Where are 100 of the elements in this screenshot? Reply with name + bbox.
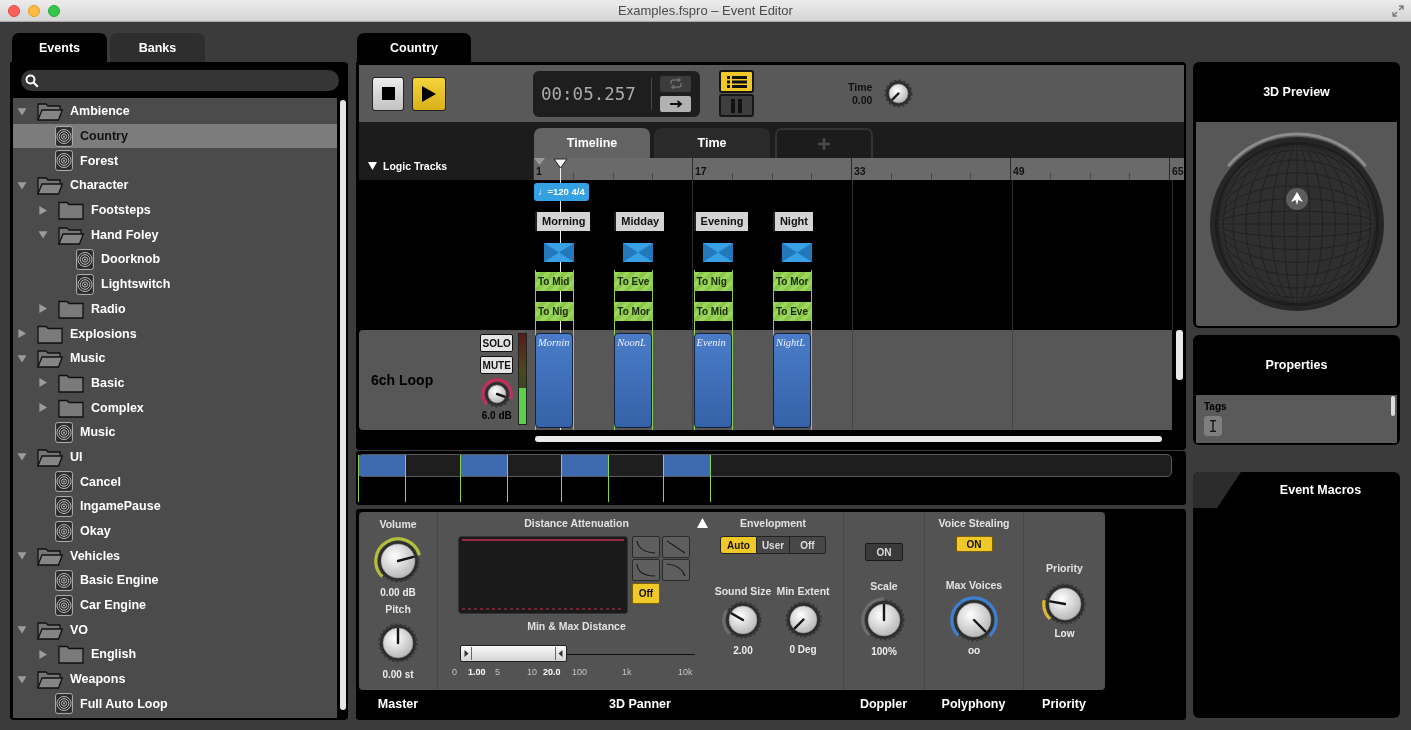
rings-icon <box>55 471 73 493</box>
one-shot-button[interactable] <box>660 95 691 112</box>
destination-marker[interactable]: Evening <box>693 212 749 231</box>
parameter-value: 0.00 st <box>382 668 414 681</box>
destination-marker[interactable]: Midday <box>614 212 665 231</box>
tree-item[interactable]: English <box>13 642 337 667</box>
tree-item[interactable]: Lightswitch <box>13 271 337 297</box>
parameter-label: Pitch <box>385 603 411 616</box>
tree-item[interactable]: Radio <box>13 296 337 322</box>
tree-item[interactable]: Basic <box>13 370 337 396</box>
knob[interactable] <box>1041 581 1088 627</box>
minimize-button[interactable] <box>28 4 40 17</box>
tags-input[interactable] <box>1204 416 1222 436</box>
attenuation-off-button[interactable]: Off <box>632 583 660 604</box>
knob[interactable] <box>950 596 998 644</box>
folder-icon <box>58 200 84 221</box>
view-tab[interactable]: Time <box>654 128 770 158</box>
caret-icon[interactable] <box>368 162 377 170</box>
tree-item[interactable]: IngamePause <box>13 494 337 519</box>
folder-icon <box>37 348 63 369</box>
transition-marker[interactable]: To Eve <box>772 302 811 321</box>
tree-item[interactable]: Forest <box>13 148 337 174</box>
overview-clip <box>358 455 406 502</box>
time-readout: 00:05.257 <box>541 83 637 104</box>
transition-marker[interactable]: To Mor <box>614 302 653 321</box>
tree-item[interactable]: UI <box>13 444 337 470</box>
handle-icon[interactable] <box>554 646 566 661</box>
tree-item[interactable]: Weapons <box>13 666 337 692</box>
mute-button[interactable]: MUTE <box>480 356 514 374</box>
play-button[interactable] <box>412 76 446 111</box>
timeline-ruler[interactable]: 1 17 33 49 65 <box>533 158 1184 180</box>
browser-tab[interactable]: Events <box>12 33 107 62</box>
range-thumb[interactable] <box>460 645 567 662</box>
curve-button[interactable] <box>632 559 660 581</box>
horizontal-scrollbar[interactable] <box>535 436 1162 442</box>
tree-item[interactable]: Hand Foley <box>13 222 337 248</box>
audio-clip[interactable]: NightL <box>772 333 811 428</box>
bowtie-icon[interactable] <box>623 243 654 262</box>
fullscreen-icon[interactable] <box>1392 4 1404 17</box>
envelopment-option[interactable]: User <box>757 536 790 554</box>
parameter-value: oo <box>967 644 981 657</box>
transition-marker[interactable]: To Mid <box>535 272 573 291</box>
folder-icon <box>37 446 63 467</box>
tree-item[interactable]: Footsteps <box>13 197 337 223</box>
editor-tab[interactable]: Country <box>357 33 471 62</box>
tree-item[interactable]: Doorknob <box>13 247 337 272</box>
tree-item[interactable]: Okay <box>13 518 337 544</box>
browser-tab[interactable]: Banks <box>110 33 205 62</box>
vertical-scrollbar[interactable] <box>340 100 346 710</box>
envelopment-option[interactable]: Auto <box>720 536 757 554</box>
bowtie-icon[interactable] <box>781 243 812 262</box>
up-triangle-icon[interactable] <box>697 518 708 528</box>
transition-marker[interactable]: To Eve <box>614 272 653 291</box>
stop-button[interactable] <box>372 76 404 111</box>
knob[interactable] <box>480 378 513 410</box>
voice-stealing-toggle[interactable]: ON <box>955 536 993 552</box>
toggle-button[interactable] <box>719 70 754 93</box>
tree-item[interactable]: Music <box>13 419 337 445</box>
vertical-scrollbar[interactable] <box>1176 330 1183 380</box>
solo-button[interactable]: SOLO <box>480 334 514 352</box>
vertical-scrollbar[interactable] <box>1391 396 1395 416</box>
overview-panel[interactable] <box>356 451 1186 505</box>
knob[interactable] <box>374 537 422 585</box>
tree-item[interactable]: Explosions <box>13 321 337 346</box>
knob[interactable] <box>376 621 420 665</box>
tree-item[interactable]: Basic Engine <box>13 568 337 593</box>
audio-clip[interactable]: Evenin <box>693 333 732 428</box>
tree-item[interactable]: Car Engine <box>13 592 337 618</box>
close-button[interactable] <box>8 4 20 17</box>
transition-marker[interactable]: To Nig <box>535 302 573 321</box>
envelopment-option[interactable]: Off <box>790 536 826 554</box>
destination-marker[interactable]: Night <box>772 212 813 231</box>
tree-item[interactable]: Cancel <box>13 469 337 494</box>
doppler-toggle[interactable]: ON <box>865 543 903 561</box>
tree-item[interactable]: Ambience <box>13 99 337 124</box>
knob[interactable] <box>722 599 764 641</box>
down-triangle-icon[interactable] <box>534 158 545 165</box>
curve-button[interactable] <box>632 536 660 558</box>
search-field[interactable] <box>21 70 339 91</box>
bowtie-icon[interactable] <box>702 243 733 262</box>
zoom-button[interactable] <box>48 4 60 17</box>
audio-clip[interactable]: NoonL <box>614 333 653 428</box>
tree-item[interactable]: Complex <box>13 395 337 420</box>
tree-item[interactable]: Vehicles <box>13 543 337 569</box>
tree-item[interactable]: Character <box>13 173 337 198</box>
curve-button[interactable] <box>662 559 690 581</box>
knob[interactable] <box>861 597 907 643</box>
transition-marker[interactable]: To Mid <box>693 302 732 321</box>
toggle-button[interactable] <box>719 94 754 117</box>
plus-icon <box>818 138 830 150</box>
tree-item[interactable]: Country <box>13 123 337 149</box>
tree-item[interactable]: Full Auto Loop <box>13 691 337 717</box>
transition-marker[interactable]: To Nig <box>693 272 732 291</box>
tree-item[interactable]: Music <box>13 345 337 371</box>
transition-marker[interactable]: To Mor <box>772 272 811 291</box>
view-tab[interactable]: Timeline <box>534 128 650 158</box>
destination-marker[interactable]: Morning <box>535 212 591 231</box>
tree-item[interactable]: VO <box>13 617 337 643</box>
curve-button[interactable] <box>662 536 690 558</box>
audio-clip[interactable]: Mornin <box>535 333 573 428</box>
